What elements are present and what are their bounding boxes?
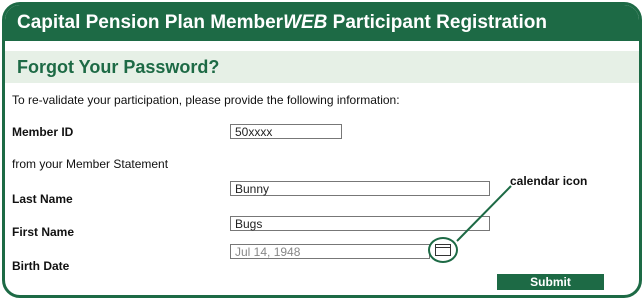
annotation-pointer-line [456,185,512,242]
annotation-layer [456,185,512,242]
calendar-annotation: calendar icon [510,174,588,188]
submit-button[interactable]: Submit [497,274,604,290]
